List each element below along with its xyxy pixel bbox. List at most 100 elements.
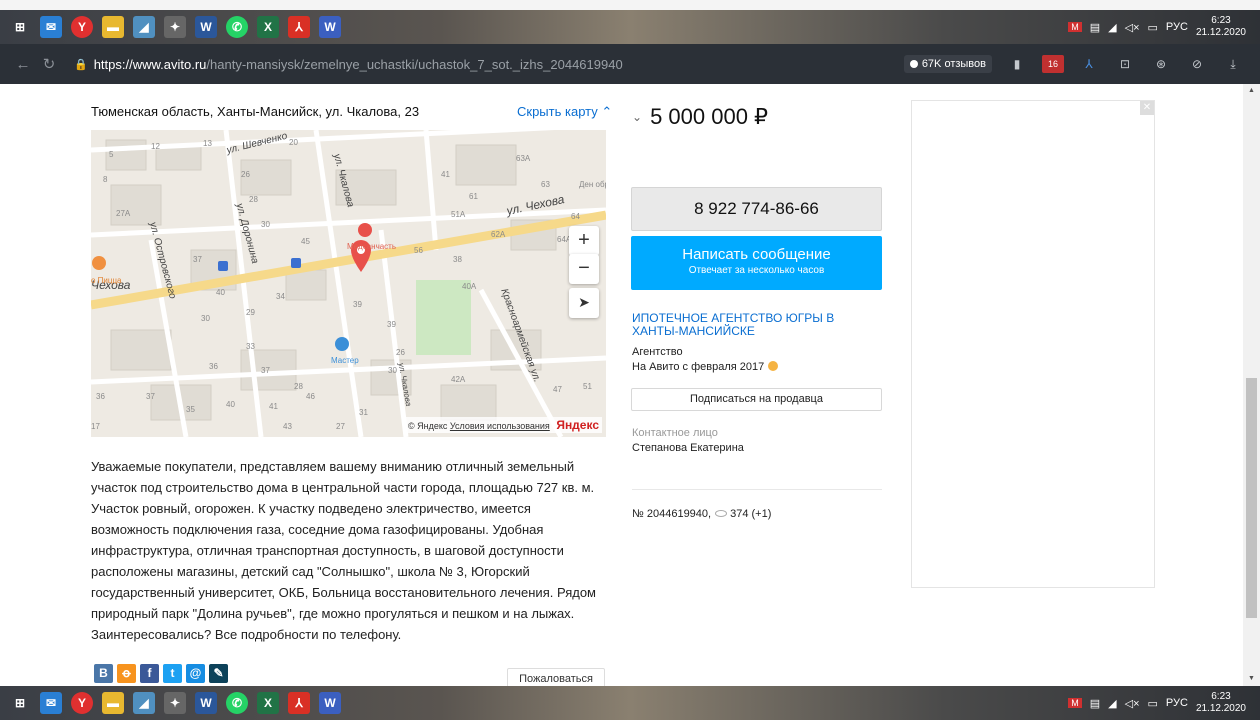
antivirus-tray-icon[interactable]: M (1068, 698, 1082, 708)
app-icon[interactable]: ◢ (133, 692, 155, 714)
block (455, 144, 517, 186)
network-tray-icon[interactable]: ◢ (1108, 21, 1116, 34)
whatsapp-icon[interactable]: ✆ (226, 692, 248, 714)
reviews-badge[interactable]: 67K отзывов (903, 55, 992, 73)
livejournal-icon[interactable]: ✎ (209, 664, 228, 683)
map-house-number: 41 (269, 402, 278, 411)
back-arrow-icon[interactable]: ← (10, 56, 36, 73)
price-value: 5 000 000 ₽ (650, 104, 769, 129)
extension-badge-icon[interactable]: 16 (1042, 55, 1064, 73)
close-icon[interactable]: ✕ (1140, 101, 1154, 115)
speech-bubble-icon (909, 60, 918, 68)
language-indicator[interactable]: РУС (1166, 21, 1188, 33)
pdf-icon[interactable]: ⅄ (288, 16, 310, 38)
word-doc-icon[interactable]: W (319, 692, 341, 714)
sb-icon[interactable]: ⊛ (1150, 55, 1172, 73)
battery-tray-icon[interactable]: ▭ (1148, 697, 1158, 710)
yandex-browser-icon[interactable]: Y (71, 692, 93, 714)
odnoklassniki-icon[interactable]: ꝋ (117, 664, 136, 683)
scroll-thumb[interactable] (1246, 378, 1257, 618)
windows-icon[interactable]: ⊞ (9, 692, 31, 714)
seller-since: На Авито с февраля 2017 (632, 361, 779, 373)
clock[interactable]: 6:23 21.12.2020 (1196, 691, 1246, 715)
whatsapp-icon[interactable]: ✆ (226, 16, 248, 38)
map-house-number: 62А (491, 230, 506, 239)
map-poi-label: Мастер (331, 356, 359, 365)
url-host: https://www.avito.ru (93, 56, 207, 72)
keyboard-tray-icon[interactable]: ▤ (1090, 697, 1100, 710)
file-explorer-icon[interactable]: ▬ (102, 16, 124, 38)
hide-map-link[interactable]: Скрыть карту ⌃ (517, 104, 612, 120)
map-house-number: 63 (541, 180, 550, 189)
keyboard-tray-icon[interactable]: ▤ (1090, 21, 1100, 34)
map-house-number: 39 (387, 320, 396, 329)
volume-tray-icon[interactable]: ◁× (1125, 697, 1140, 710)
map-house-number: 29 (246, 308, 255, 317)
map-poi-label: о Пицца (91, 276, 122, 285)
bookmark-icon[interactable]: ▮ (1006, 55, 1028, 73)
write-message-button[interactable]: Написать сообщение Отвечает за несколько… (631, 236, 882, 290)
mailru-icon[interactable]: @ (186, 664, 205, 683)
map[interactable]: ул. Шевченко ул. Чкалова ул. Чехова ул. … (91, 130, 606, 437)
word-doc-icon[interactable]: W (319, 16, 341, 38)
map-house-number: 30 (388, 366, 397, 375)
map-house-number: 26 (396, 348, 405, 357)
yandex-browser-icon[interactable]: Y (71, 16, 93, 38)
scroll-up-icon[interactable]: ▲ (1243, 84, 1260, 98)
vk-icon[interactable]: В (94, 664, 113, 683)
zoom-out-button[interactable]: − (569, 254, 599, 284)
message-button-label: Написать сообщение (682, 246, 831, 263)
clock-date: 21.12.2020 (1195, 27, 1246, 38)
taskbar-top: ⊞ ✉ Y ▬ ◢ ✦ W ✆ X ⅄ W M ▤ ◢ ◁× ▭ РУС 6:2… (0, 10, 1260, 44)
map-house-number: 56 (414, 246, 423, 255)
message-button-sub: Отвечает за несколько часов (688, 265, 825, 276)
scroll-down-icon[interactable]: ▼ (1243, 672, 1260, 686)
yandex-logo[interactable]: Яндекс (556, 418, 599, 432)
mail-icon[interactable]: ✉ (40, 16, 62, 38)
map-house-number: 40А (462, 282, 477, 291)
taskbar-bottom: ⊞ ✉ Y ▬ ◢ ✦ W ✆ X ⅄ W M ▤ ◢ ◁× ▭ РУС 6:2… (0, 686, 1260, 720)
map-poi-label: Медсанчасть (347, 242, 397, 251)
show-phone-button[interactable]: 8 922 774-86-66 (631, 187, 882, 231)
word-icon[interactable]: W (195, 692, 217, 714)
battery-tray-icon[interactable]: ▭ (1148, 21, 1158, 34)
file-explorer-icon[interactable]: ▬ (102, 692, 124, 714)
pin-icon[interactable]: ⅄ (1078, 55, 1100, 73)
map-house-number: 51А (451, 210, 466, 219)
seller-name-link[interactable]: ИПОТЕЧНОЕ АГЕНТСТВО ЮГРЫ В ХАНТЫ-МАНСИЙС… (632, 312, 882, 338)
download-icon[interactable]: ⤓ (1222, 55, 1244, 73)
locate-button[interactable]: ➤ (569, 288, 599, 318)
language-indicator[interactable]: РУС (1166, 697, 1188, 709)
network-tray-icon[interactable]: ◢ (1108, 697, 1116, 710)
antivirus-tray-icon[interactable]: M (1068, 22, 1082, 32)
url-field[interactable]: https://www.avito.ru/hanty-mansiysk/zeme… (94, 57, 623, 72)
reader-icon[interactable]: ⊡ (1114, 55, 1136, 73)
zoom-in-button[interactable]: + (569, 226, 599, 256)
advertisement-box[interactable]: ✕ (911, 100, 1155, 588)
facebook-icon[interactable]: f (140, 664, 159, 683)
chevron-down-icon[interactable]: ⌄ (632, 110, 642, 124)
clock[interactable]: 6:23 21.12.2020 (1196, 15, 1246, 39)
volume-tray-icon[interactable]: ◁× (1125, 21, 1140, 34)
clock-time: 6:23 (1211, 15, 1231, 26)
subscribe-button[interactable]: Подписаться на продавца (631, 388, 882, 411)
twitter-icon[interactable]: t (163, 664, 182, 683)
map-terms-link[interactable]: Условия использования (450, 421, 550, 431)
block (285, 269, 327, 301)
windows-icon[interactable]: ⊞ (9, 16, 31, 38)
reload-icon[interactable]: ↻ (36, 55, 62, 73)
excel-icon[interactable]: X (257, 692, 279, 714)
complain-button[interactable]: Пожаловаться (507, 668, 605, 686)
page-scrollbar[interactable]: ▲ ▼ (1243, 84, 1260, 686)
app-icon[interactable]: ◢ (133, 16, 155, 38)
price: ⌄ 5 000 000 ₽ (632, 104, 768, 130)
pdf-icon[interactable]: ⅄ (288, 692, 310, 714)
protect-icon[interactable]: ⊘ (1186, 55, 1208, 73)
excel-icon[interactable]: X (257, 16, 279, 38)
reviews-count: 67K отзывов (921, 58, 986, 70)
mail-icon[interactable]: ✉ (40, 692, 62, 714)
word-icon[interactable]: W (195, 16, 217, 38)
map-house-number: 37 (193, 255, 202, 264)
app-icon-2[interactable]: ✦ (164, 16, 186, 38)
app-icon-2[interactable]: ✦ (164, 692, 186, 714)
